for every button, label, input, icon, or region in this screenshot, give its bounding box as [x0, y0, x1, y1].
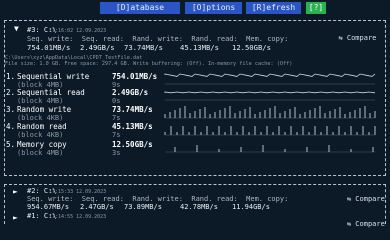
- test-value: 73.74MB/s: [112, 105, 153, 114]
- test-time: 7s: [112, 131, 121, 139]
- history-headers: Seq. write: Seq. read: Rand. write: Rand…: [27, 195, 289, 203]
- test-block: (block 4KB): [17, 131, 64, 139]
- test-time: 3s: [112, 149, 121, 157]
- test-value: 754.01MB/s: [112, 72, 158, 81]
- menu-help[interactable]: [?]: [306, 2, 326, 14]
- test-name: Sequential write: [17, 72, 90, 81]
- expand-arrow-icon[interactable]: ►: [13, 213, 18, 222]
- run-headers: Seq. write: Seq. read: Rand. write: Rand…: [27, 35, 289, 43]
- run-seq-read: 2.49GB/s: [80, 43, 115, 52]
- test-name: Random read: [17, 122, 67, 131]
- run-rand-write: 73.74MB/s: [124, 43, 163, 52]
- test-name: Random write: [17, 105, 72, 114]
- test-block: (block 4KB): [17, 114, 64, 122]
- run-seq-write: 754.01MB/s: [27, 43, 71, 52]
- collapse-arrow-icon[interactable]: ▼: [14, 24, 19, 33]
- test-time: 0s: [112, 97, 121, 105]
- compare-icon: ⇆: [338, 34, 343, 42]
- compare-button[interactable]: ⇆ Compare: [330, 187, 385, 211]
- menu-refresh[interactable]: [R]efresh: [246, 2, 301, 14]
- run-mem-copy: 12.50GB/s: [232, 43, 271, 52]
- menu-bar: [D]atabase [O]ptions [R]efresh [?]: [0, 0, 390, 18]
- compare-icon: ⇆: [346, 220, 352, 228]
- test-block: (block 4MB): [17, 149, 64, 157]
- test-value: 12.50GB/s: [112, 140, 153, 149]
- run-timestamp: 17:16:02 12.09.2023: [49, 28, 107, 34]
- sparkline: [164, 91, 376, 94]
- expand-arrow-icon[interactable]: ►: [13, 187, 18, 196]
- compare-button[interactable]: ⇆ Compare: [330, 26, 376, 42]
- compare-button[interactable]: ⇆ Compare: [330, 212, 385, 236]
- menu-options[interactable]: [O]ptions: [185, 2, 242, 14]
- test-value: 45.13MB/s: [112, 122, 153, 131]
- test-value: 2.49GB/s: [112, 88, 149, 97]
- test-name: Sequential read: [17, 88, 85, 97]
- compare-icon: ⇆: [346, 195, 352, 203]
- test-time: 7s: [112, 114, 121, 122]
- file-info: File size: 1.0 GB. Free space: 297.4 GB.…: [5, 61, 293, 67]
- throughput-sparklines: [164, 73, 376, 153]
- menu-database[interactable]: [D]atabase: [100, 2, 180, 14]
- test-block: (block 4MB): [17, 97, 64, 105]
- run-rand-read: 45.13MB/s: [180, 43, 219, 52]
- history-timestamp: 17:14:55 12.09.2023: [49, 214, 107, 220]
- test-name: Memory copy: [17, 140, 67, 149]
- sparkline: [164, 73, 376, 77]
